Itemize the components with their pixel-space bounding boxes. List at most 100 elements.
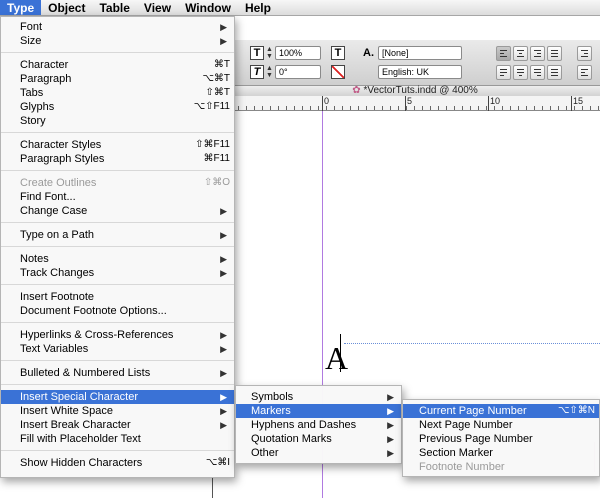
menu-window[interactable]: Window — [178, 0, 238, 15]
justify-center-button[interactable] — [513, 65, 528, 80]
submenu-arrow-icon: ▶ — [220, 406, 227, 416]
tracking-stepper[interactable]: ▲ ▼ — [266, 46, 274, 60]
menu-item-label: Character Styles — [20, 139, 102, 151]
menu-item-next-page-number[interactable]: Next Page Number — [403, 418, 599, 432]
skew-stepper[interactable]: ▲ ▼ — [266, 65, 274, 79]
menu-item-label: Text Variables — [20, 343, 89, 355]
menu-item-change-case[interactable]: Change Case ▶ — [1, 204, 234, 218]
menu-item-font[interactable]: Font ▶ — [1, 20, 234, 34]
menu-item-document-footnote-options[interactable]: Document Footnote Options... — [1, 304, 234, 318]
menu-item-current-page-number[interactable]: Current Page Number ⌥⇧⌘N — [403, 404, 599, 418]
menu-separator — [1, 52, 234, 53]
align-right-button[interactable] — [530, 46, 545, 61]
align-center-button[interactable] — [513, 46, 528, 61]
menu-item-track-changes[interactable]: Track Changes ▶ — [1, 266, 234, 280]
menu-item-label: Fill with Placeholder Text — [20, 433, 141, 445]
menu-item-type-on-a-path[interactable]: Type on a Path ▶ — [1, 228, 234, 242]
submenu-arrow-icon: ▶ — [220, 392, 227, 402]
menu-item-label: Symbols — [251, 391, 294, 403]
special-character-submenu: Symbols ▶ Markers ▶ Hyphens and Dashes ▶ Quota… — [235, 385, 402, 464]
submenu-arrow-icon: ▶ — [220, 254, 227, 264]
menu-separator — [1, 284, 234, 285]
justify-all-button[interactable] — [547, 65, 562, 80]
justify-button[interactable] — [547, 46, 562, 61]
submenu-arrow-icon: ▶ — [387, 434, 394, 444]
shortcut-label: ⇧⌘F11 — [195, 139, 230, 150]
indent-button[interactable] — [577, 46, 592, 61]
menu-help[interactable]: Help — [238, 0, 278, 15]
menu-item-label: Character — [20, 59, 69, 71]
menubar: Type Object Table View Window Help — [0, 0, 600, 16]
shortcut-label: ⇧⌘O — [203, 177, 230, 188]
submenu-arrow-icon: ▶ — [220, 330, 227, 340]
menu-item-insert-break-character[interactable]: Insert Break Character ▶ — [1, 418, 234, 432]
menu-item-notes[interactable]: Notes ▶ — [1, 252, 234, 266]
justify-right-button[interactable] — [530, 65, 545, 80]
menu-item-label: Change Case — [20, 205, 88, 217]
menu-item-insert-white-space[interactable]: Insert White Space ▶ — [1, 404, 234, 418]
menu-item-label: Tabs — [20, 87, 44, 99]
align-left-button[interactable] — [496, 46, 511, 61]
menu-item-paragraph[interactable]: Paragraph ⌥⌘T — [1, 72, 234, 86]
justify-left-button[interactable] — [496, 65, 511, 80]
menu-item-paragraph-styles[interactable]: Paragraph Styles ⌘F11 — [1, 152, 234, 166]
menu-item-hyphens-and-dashes[interactable]: Hyphens and Dashes ▶ — [236, 418, 401, 432]
menu-item-show-hidden-characters[interactable]: Show Hidden Characters ⌥⌘I — [1, 456, 234, 470]
menu-item-markers[interactable]: Markers ▶ — [236, 404, 401, 418]
menu-item-label: Track Changes — [20, 267, 95, 279]
document-title: *VectorTuts.indd @ 400% — [363, 85, 478, 96]
menu-item-other[interactable]: Other ▶ — [236, 446, 401, 460]
menu-item-label: Insert Footnote — [20, 291, 94, 303]
menu-separator — [1, 246, 234, 247]
menu-item-label: Paragraph Styles — [20, 153, 105, 165]
menu-item-insert-footnote[interactable]: Insert Footnote — [1, 290, 234, 304]
menu-item-section-marker[interactable]: Section Marker — [403, 446, 599, 460]
menu-item-story[interactable]: Story — [1, 114, 234, 128]
menu-type[interactable]: Type — [0, 0, 42, 15]
menu-item-text-variables[interactable]: Text Variables ▶ — [1, 342, 234, 356]
submenu-arrow-icon: ▶ — [220, 22, 227, 32]
menu-item-character-styles[interactable]: Character Styles ⇧⌘F11 — [1, 138, 234, 152]
menu-item-label: Type on a Path — [20, 229, 94, 241]
menu-separator — [1, 360, 234, 361]
horizontal-ruler[interactable]: 0 5 10 15 — [230, 96, 600, 111]
menu-item-label: Show Hidden Characters — [20, 457, 143, 469]
stroke-icon[interactable] — [331, 65, 345, 79]
menu-table[interactable]: Table — [92, 0, 136, 15]
menu-item-symbols[interactable]: Symbols ▶ — [236, 390, 401, 404]
menu-item-insert-special-character[interactable]: Insert Special Character ▶ — [1, 390, 234, 404]
menu-object[interactable]: Object — [41, 0, 92, 15]
menu-item-label: Hyperlinks & Cross-References — [20, 329, 174, 341]
right-indent-button[interactable] — [577, 65, 592, 80]
text-frame-icon[interactable]: T — [331, 46, 345, 60]
menu-item-label: Markers — [251, 405, 291, 417]
menu-item-size[interactable]: Size ▶ — [1, 34, 234, 48]
tracking-field[interactable]: 100% — [275, 46, 321, 60]
menu-item-fill-with-placeholder-text[interactable]: Fill with Placeholder Text — [1, 432, 234, 446]
submenu-arrow-icon: ▶ — [387, 448, 394, 458]
menu-item-label: Section Marker — [419, 447, 493, 459]
menu-item-label: Previous Page Number — [419, 433, 533, 445]
menu-item-character[interactable]: Character ⌘T — [1, 58, 234, 72]
shortcut-label: ⌘F11 — [203, 153, 231, 164]
menu-item-glyphs[interactable]: Glyphs ⌥⇧F11 — [1, 100, 234, 114]
char-style-select[interactable]: [None] — [378, 46, 462, 60]
skew-field[interactable]: 0° — [275, 65, 321, 79]
text-glyph[interactable]: A — [325, 342, 348, 374]
menu-item-find-font[interactable]: Find Font... — [1, 190, 234, 204]
menu-view[interactable]: View — [137, 0, 178, 15]
submenu-arrow-icon: ▶ — [220, 206, 227, 216]
menu-item-quotation-marks[interactable]: Quotation Marks ▶ — [236, 432, 401, 446]
menu-separator — [1, 322, 234, 323]
language-select[interactable]: English: UK — [378, 65, 462, 79]
menu-item-hyperlinks-cross-references[interactable]: Hyperlinks & Cross-References ▶ — [1, 328, 234, 342]
menu-item-tabs[interactable]: Tabs ⇧⌘T — [1, 86, 234, 100]
submenu-arrow-icon: ▶ — [220, 36, 227, 46]
menu-item-previous-page-number[interactable]: Previous Page Number — [403, 432, 599, 446]
submenu-arrow-icon: ▶ — [387, 392, 394, 402]
menu-item-label: Glyphs — [20, 101, 55, 113]
menu-item-label: Hyphens and Dashes — [251, 419, 357, 431]
menu-item-label: Notes — [20, 253, 49, 265]
document-title-bar: ✿ *VectorTuts.indd @ 400% — [230, 86, 600, 96]
menu-item-bulleted-numbered-lists[interactable]: Bulleted & Numbered Lists ▶ — [1, 366, 234, 380]
